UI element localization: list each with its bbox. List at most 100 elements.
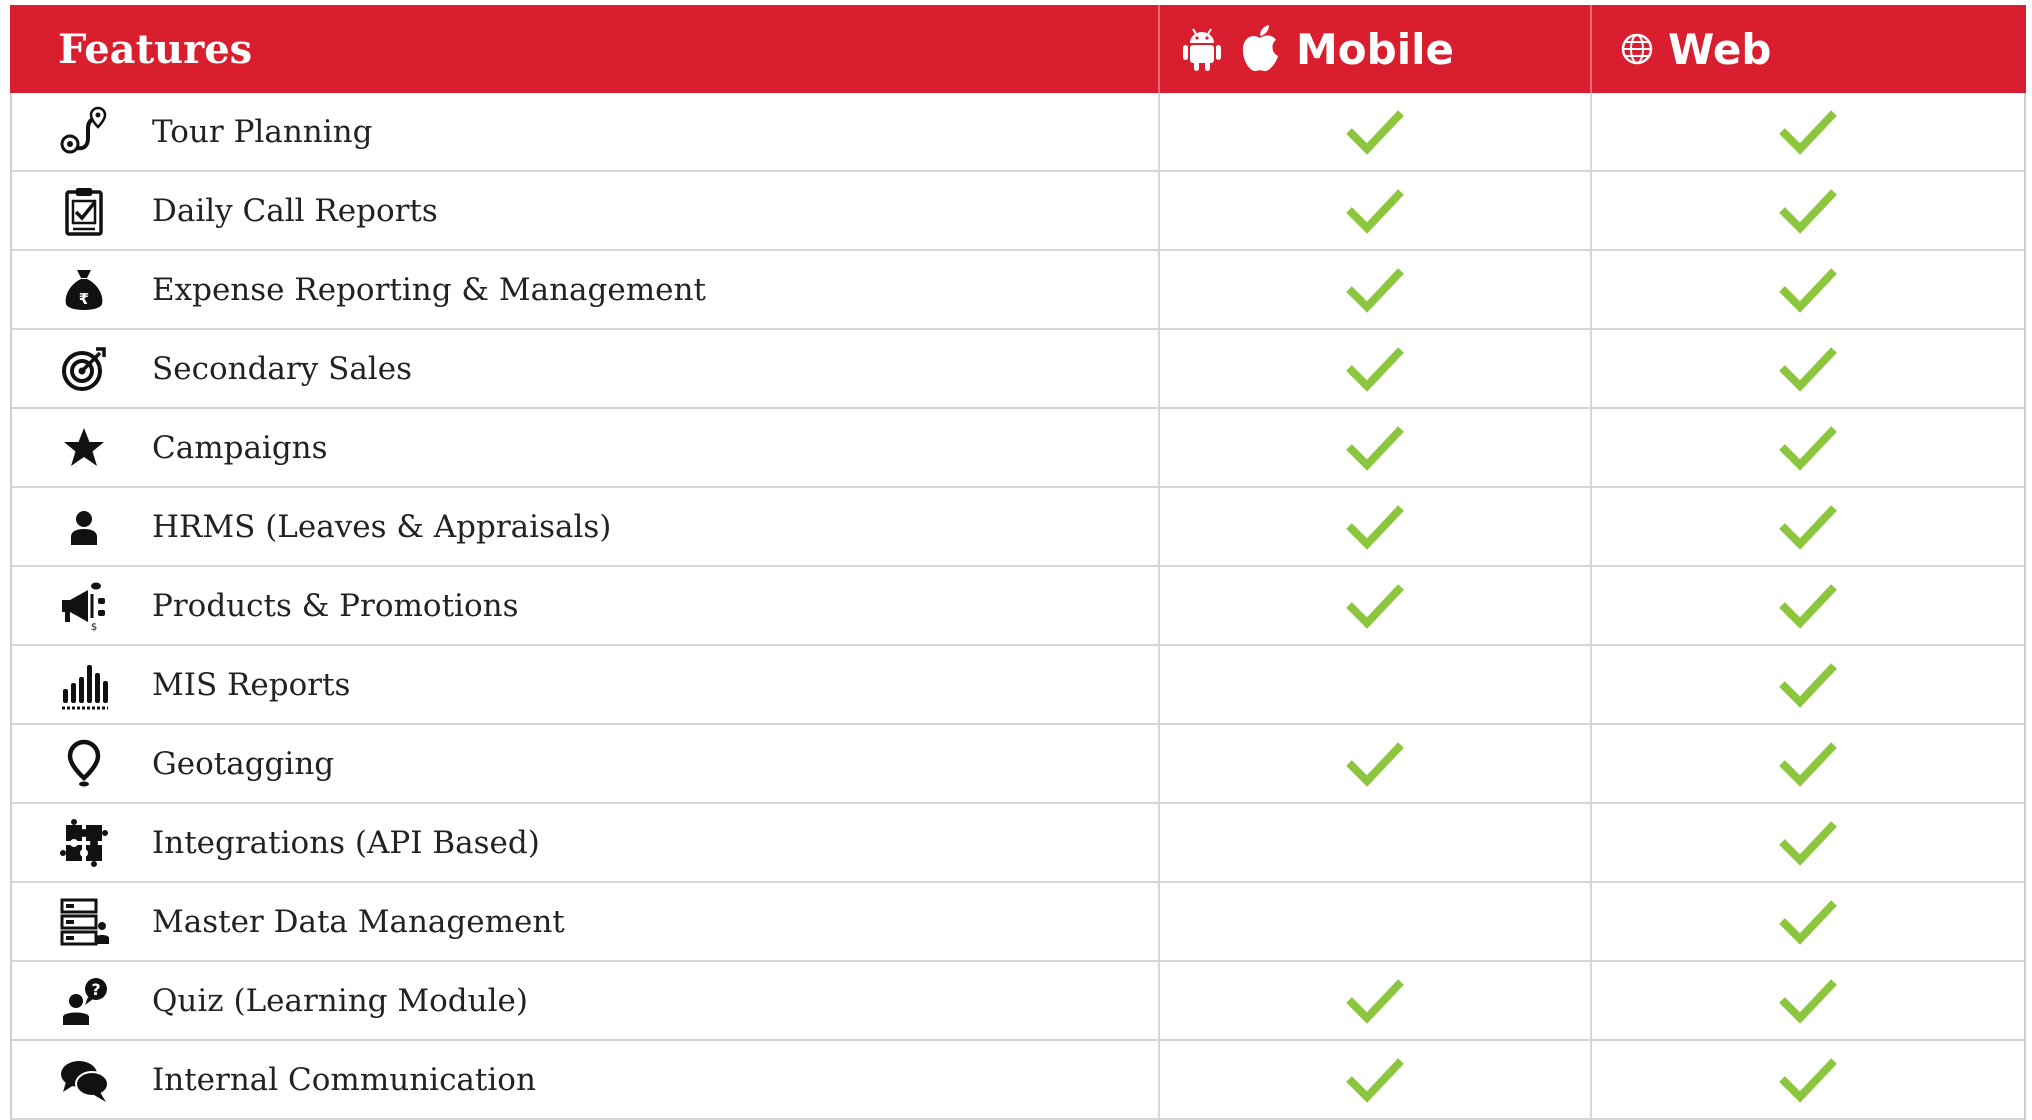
feature-cell: Integrations (API Based) <box>12 804 1160 881</box>
feature-cell: ? Quiz (Learning Module) <box>12 962 1160 1039</box>
feature-cell: MIS Reports <box>12 646 1160 723</box>
mobile-support-cell <box>1160 330 1592 407</box>
checkmark-icon <box>1345 1057 1405 1103</box>
feature-cell: HRMS (Leaves & Appraisals) <box>12 488 1160 565</box>
table-row: $ Products & Promotions <box>12 567 2024 646</box>
android-icon <box>1180 25 1224 73</box>
location-pin-icon <box>58 738 110 790</box>
checkmark-icon <box>1778 978 1838 1024</box>
web-support-cell <box>1592 93 2024 170</box>
table-row: Campaigns <box>12 409 2024 488</box>
feature-cell: Secondary Sales <box>12 330 1160 407</box>
checkmark-icon <box>1778 1057 1838 1103</box>
checkmark-icon <box>1345 109 1405 155</box>
mobile-support-cell <box>1160 488 1592 565</box>
apple-icon <box>1238 24 1282 74</box>
money-bag-icon: ₹ <box>58 264 110 316</box>
chat-bubbles-icon <box>58 1054 110 1106</box>
web-support-cell <box>1592 409 2024 486</box>
web-support-cell <box>1592 804 2024 881</box>
feature-cell: Geotagging <box>12 725 1160 802</box>
checkmark-icon <box>1778 425 1838 471</box>
web-header-label: Web <box>1668 24 1772 74</box>
table-body: Tour Planning Daily Call Reports ₹ Expense … <box>10 93 2026 1120</box>
mobile-support-cell <box>1160 251 1592 328</box>
web-support-cell <box>1592 330 2024 407</box>
checkmark-icon <box>1345 188 1405 234</box>
table-row: Tour Planning <box>12 93 2024 172</box>
feature-label: HRMS (Leaves & Appraisals) <box>152 508 612 545</box>
checkmark-icon <box>1778 188 1838 234</box>
mobile-header: Mobile <box>1160 5 1592 93</box>
svg-text:$: $ <box>91 622 97 632</box>
checkmark-icon <box>1345 741 1405 787</box>
feature-label: Geotagging <box>152 745 335 782</box>
feature-cell: Internal Communication <box>12 1041 1160 1118</box>
table-row: ₹ Expense Reporting & Management <box>12 251 2024 330</box>
person-icon <box>58 501 110 553</box>
target-icon <box>58 343 110 395</box>
web-support-cell <box>1592 646 2024 723</box>
web-support-cell <box>1592 172 2024 249</box>
megaphone-icon: $ <box>58 580 110 632</box>
feature-label: Tour Planning <box>152 113 373 150</box>
features-header-label: Features <box>58 25 253 73</box>
table-row: MIS Reports <box>12 646 2024 725</box>
table-row: Secondary Sales <box>12 330 2024 409</box>
mobile-support-cell <box>1160 725 1592 802</box>
web-support-cell <box>1592 567 2024 644</box>
feature-label: Products & Promotions <box>152 587 519 624</box>
mobile-support-cell <box>1160 567 1592 644</box>
mobile-support-cell <box>1160 962 1592 1039</box>
svg-text:₹: ₹ <box>79 290 89 308</box>
web-support-cell <box>1592 1041 2024 1118</box>
feature-cell: Campaigns <box>12 409 1160 486</box>
feature-label: Master Data Management <box>152 903 565 940</box>
svg-text:?: ? <box>91 980 100 999</box>
feature-label: Campaigns <box>152 429 328 466</box>
server-user-icon <box>58 896 110 948</box>
mobile-support-cell <box>1160 883 1592 960</box>
checkmark-icon <box>1345 978 1405 1024</box>
web-support-cell <box>1592 251 2024 328</box>
web-support-cell <box>1592 488 2024 565</box>
mobile-support-cell <box>1160 172 1592 249</box>
checkmark-icon <box>1778 741 1838 787</box>
clipboard-check-icon <box>58 185 110 237</box>
feature-label: Daily Call Reports <box>152 192 438 229</box>
mobile-support-cell <box>1160 409 1592 486</box>
feature-label: MIS Reports <box>152 666 351 703</box>
feature-cell: ₹ Expense Reporting & Management <box>12 251 1160 328</box>
checkmark-icon <box>1778 267 1838 313</box>
web-header: Web <box>1592 5 2026 93</box>
table-row: Master Data Management <box>12 883 2024 962</box>
web-support-cell <box>1592 883 2024 960</box>
feature-cell: Daily Call Reports <box>12 172 1160 249</box>
mobile-support-cell <box>1160 93 1592 170</box>
checkmark-icon <box>1778 346 1838 392</box>
checkmark-icon <box>1345 504 1405 550</box>
table-row: Internal Communication <box>12 1041 2024 1120</box>
feature-cell: Tour Planning <box>12 93 1160 170</box>
star-icon <box>58 422 110 474</box>
feature-cell: $ Products & Promotions <box>12 567 1160 644</box>
route-pin-icon <box>58 106 110 158</box>
mobile-support-cell <box>1160 646 1592 723</box>
checkmark-icon <box>1345 267 1405 313</box>
web-support-cell <box>1592 962 2024 1039</box>
feature-label: Secondary Sales <box>152 350 412 387</box>
table-row: ? Quiz (Learning Module) <box>12 962 2024 1041</box>
user-question-icon: ? <box>58 975 110 1027</box>
checkmark-icon <box>1778 899 1838 945</box>
checkmark-icon <box>1778 662 1838 708</box>
bar-chart-icon <box>58 659 110 711</box>
feature-label: Internal Communication <box>152 1061 536 1098</box>
features-header: Features <box>10 5 1160 93</box>
mobile-header-label: Mobile <box>1296 24 1454 74</box>
feature-label: Quiz (Learning Module) <box>152 982 528 1019</box>
feature-cell: Master Data Management <box>12 883 1160 960</box>
checkmark-icon <box>1345 346 1405 392</box>
features-table: Features Mobile Web Tour Planning Daily … <box>10 5 2026 1120</box>
checkmark-icon <box>1778 109 1838 155</box>
web-support-cell <box>1592 725 2024 802</box>
